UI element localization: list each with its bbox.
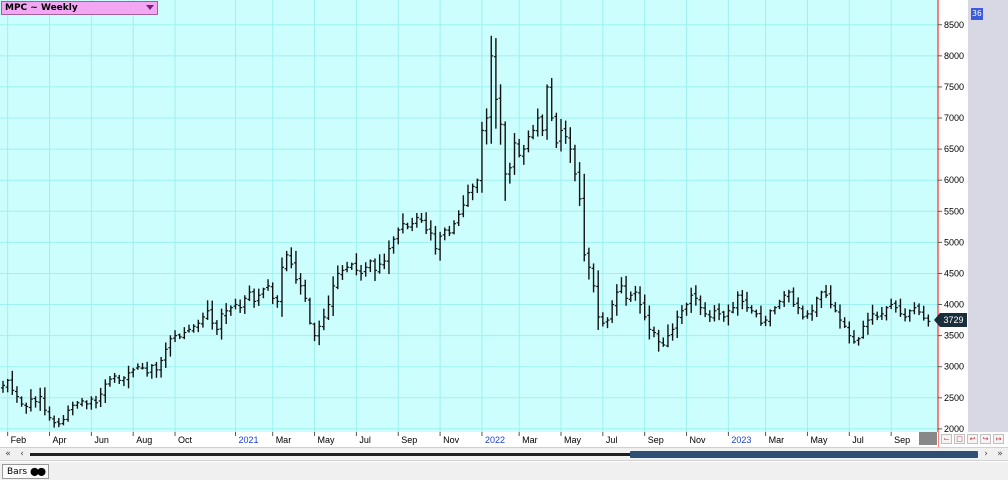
chevron-down-icon[interactable]: [146, 5, 154, 10]
zoom-back-button[interactable]: ↩: [967, 434, 978, 444]
x-tick-label: Sep: [648, 435, 664, 445]
scroll-thumb[interactable]: [630, 451, 978, 458]
y-tick-label: 4000: [944, 300, 964, 310]
y-tick-label: 2000: [944, 424, 964, 434]
y-tick-label: 2500: [944, 393, 964, 403]
bars-tab[interactable]: Bars ⬤⬤: [2, 464, 49, 479]
x-tick-label: Nov: [690, 435, 707, 445]
y-tick-label: 7500: [944, 82, 964, 92]
zoom-forward-button[interactable]: ↪: [980, 434, 991, 444]
x-tick-label: 2023: [731, 435, 751, 445]
badge-icon[interactable]: 36: [971, 8, 983, 20]
y-tick-label: 3500: [944, 331, 964, 341]
x-tick-label: May: [810, 435, 828, 445]
x-tick-label: 2021: [239, 435, 259, 445]
x-tick-label: Mar: [522, 435, 538, 445]
zoom-in-button[interactable]: □: [954, 434, 965, 444]
bottom-toolbar: Bars ⬤⬤: [0, 462, 1008, 480]
x-tick-label: Oct: [178, 435, 193, 445]
scroll-end-icon[interactable]: »: [994, 448, 1006, 460]
zoom-fit-button[interactable]: ⌙: [941, 434, 952, 444]
x-tick-label: Sep: [401, 435, 417, 445]
x-tick-label: Sep: [894, 435, 910, 445]
y-tick-label: 8500: [944, 20, 964, 30]
right-gutter: [968, 0, 1008, 432]
symbol-title: MPC ~ Weekly: [5, 3, 78, 13]
x-tick-label: Jul: [359, 435, 371, 445]
x-tick-label: Feb: [11, 435, 27, 445]
x-tick-label: 2022: [485, 435, 505, 445]
scroll-start-icon[interactable]: «: [2, 448, 14, 460]
last-price-tag: 3729: [934, 313, 967, 327]
x-tick-label: Nov: [443, 435, 460, 445]
y-tick-label: 6000: [944, 175, 964, 185]
y-tick-label: 6500: [944, 144, 964, 154]
x-tick-label: Apr: [53, 435, 67, 445]
time-scrollbar[interactable]: « ‹ › »: [0, 447, 1008, 461]
x-tick-label: May: [564, 435, 582, 445]
x-tick-label: Aug: [136, 435, 152, 445]
price-chart[interactable]: 2000 2500 3000 3500 4000 4500 5000 5500 6000 6500…: [0, 0, 1008, 480]
bars-tab-label: Bars: [7, 467, 28, 477]
scroll-end-button[interactable]: ↦: [993, 434, 1004, 444]
x-tick-label: Jun: [94, 435, 109, 445]
scroll-right-icon[interactable]: ›: [980, 448, 992, 460]
x-tick-label: Mar: [769, 435, 785, 445]
symbol-selector[interactable]: MPC ~ Weekly: [1, 1, 158, 15]
x-tick-label: Mar: [276, 435, 292, 445]
x-tick-label: May: [318, 435, 336, 445]
x-tick-label: Jul: [852, 435, 864, 445]
y-tick-label: 4500: [944, 268, 964, 278]
y-tick-label: 5500: [944, 206, 964, 216]
scroll-left-icon[interactable]: ‹: [16, 448, 28, 460]
y-tick-label: 5000: [944, 237, 964, 247]
y-tick-label: 7000: [944, 113, 964, 123]
y-tick-label: 3000: [944, 362, 964, 372]
x-tick-label: Jul: [606, 435, 618, 445]
y-tick-label: 8000: [944, 51, 964, 61]
axis-corner-block: [919, 432, 937, 445]
link-icon: ⬤⬤: [30, 467, 46, 476]
